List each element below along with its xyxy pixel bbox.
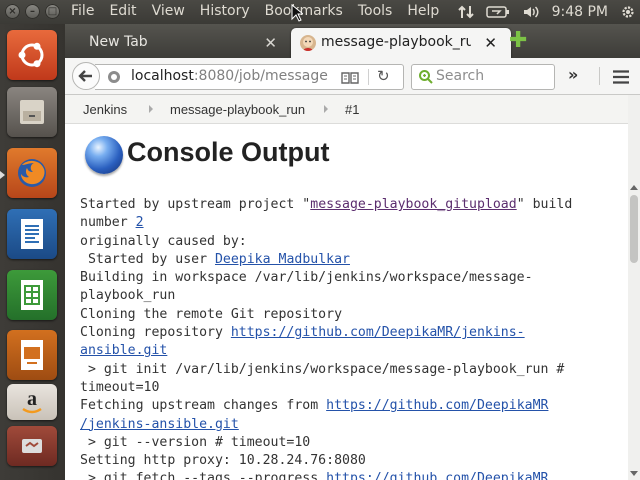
breadcrumb: Jenkins message-playbook_run #1 [65, 95, 628, 124]
url-bar[interactable]: localhost:8080/job/message ↻ [95, 64, 404, 90]
overflow-chevron-icon[interactable]: » [568, 65, 578, 84]
url-host: localhost [131, 68, 194, 84]
console-text: Cloning the remote Git repository [80, 306, 343, 322]
tab-new-tab[interactable]: New Tab ✕ [69, 28, 285, 58]
files-icon[interactable] [7, 87, 57, 137]
console-text: Started by upstream project " [80, 197, 311, 212]
page-title: Console Output [127, 137, 330, 167]
user-link[interactable]: Deepika Madbulkar [215, 252, 350, 267]
menu-view[interactable]: View [152, 3, 185, 19]
console-text: > git fetch --tags --progress [80, 471, 327, 480]
console-text: originally caused by: [80, 233, 247, 249]
menu-edit[interactable]: Edit [109, 3, 136, 19]
build-number-link[interactable]: 2 [136, 215, 144, 230]
menu-bookmarks[interactable]: Bookmarks [265, 3, 343, 19]
breadcrumb-jenkins[interactable]: Jenkins [83, 102, 127, 117]
firefox-window: New Tab ✕ message-playbook_run #1 ✕ ✚ lo… [65, 24, 640, 480]
impress-icon[interactable] [7, 330, 57, 380]
ubuntu-dash-icon[interactable] [7, 30, 57, 80]
clock[interactable]: 9:48 PM [552, 4, 608, 20]
new-tab-plus-icon[interactable]: ✚ [509, 30, 527, 52]
search-bar[interactable]: Search [411, 64, 555, 90]
launcher: a [0, 24, 65, 480]
console-text: Fetching upstream changes from [80, 398, 327, 414]
close-window-button[interactable]: × [5, 4, 20, 19]
console-text: Building in workspace /var/lib/jenkins/w… [80, 270, 533, 286]
fetch-repo-link[interactable]: /jenkins-ansible.git [80, 417, 239, 432]
reader-view-icon[interactable] [341, 70, 359, 89]
console-text: Cloning repository [80, 325, 231, 341]
amazon-icon[interactable]: a [7, 384, 57, 420]
maximize-window-button[interactable]: □ [45, 4, 60, 19]
menu-tools[interactable]: Tools [358, 3, 393, 19]
minimize-window-button[interactable]: – [25, 4, 40, 19]
tab-title: New Tab [89, 34, 148, 50]
writer-icon[interactable] [7, 209, 57, 259]
reload-icon[interactable]: ↻ [377, 67, 390, 85]
console-text: timeout=10 [80, 379, 160, 395]
scroll-down-arrow-icon[interactable] [630, 471, 638, 476]
search-engine-icon[interactable] [418, 69, 434, 89]
back-arrow-icon [78, 70, 92, 82]
console-text: number [80, 215, 136, 231]
mouse-pointer-icon [291, 4, 303, 22]
tab-title: message-playbook_run #1 [321, 34, 471, 50]
console-text: playbook_run [80, 288, 176, 304]
gear-icon[interactable] [620, 4, 636, 20]
breadcrumb-job[interactable]: message-playbook_run [170, 102, 305, 117]
url-text[interactable]: localhost:8080/job/message [131, 68, 328, 84]
scroll-up-arrow-icon[interactable] [630, 185, 638, 190]
menu-history[interactable]: History [200, 3, 250, 19]
menu-help[interactable]: Help [407, 3, 439, 19]
repo-link[interactable]: ansible.git [80, 343, 167, 358]
console-text: > git --version # timeout=10 [80, 434, 311, 450]
blue-ball-status-icon [85, 136, 123, 174]
fetch-repo-link[interactable]: https://github.com/DeepikaMR [326, 398, 548, 413]
upstream-project-link[interactable]: message-playbook_gitupload [310, 197, 516, 212]
url-path: :8080/job/message [193, 68, 328, 84]
close-tab-icon[interactable]: ✕ [484, 34, 497, 52]
menu-file[interactable]: File [71, 3, 94, 19]
navigation-toolbar: localhost:8080/job/message ↻ Search » [65, 58, 640, 95]
network-updown-icon[interactable] [457, 4, 474, 20]
tab-console-output[interactable]: message-playbook_run #1 ✕ [291, 28, 511, 58]
back-button[interactable] [72, 62, 100, 90]
site-info-icon[interactable] [107, 69, 121, 88]
jenkins-favicon-icon [300, 35, 316, 51]
indicator-area: 9:48 PM [446, 0, 640, 24]
volume-icon[interactable] [522, 4, 540, 20]
tab-strip: New Tab ✕ message-playbook_run #1 ✕ ✚ [65, 24, 640, 58]
window-controls: × – □ [5, 4, 60, 19]
search-placeholder: Search [436, 68, 485, 84]
close-tab-icon[interactable]: ✕ [264, 34, 277, 52]
breadcrumb-build[interactable]: #1 [345, 102, 359, 117]
console-output: Started by upstream project "message-pla… [80, 196, 580, 480]
breadcrumb-chevron-icon [324, 105, 328, 113]
console-text: Setting http proxy: 10.28.24.76:8080 [80, 453, 366, 469]
console-text: " build [516, 197, 573, 212]
page-scrollbar[interactable] [628, 95, 640, 480]
scrollbar-thumb[interactable] [630, 195, 638, 263]
fetch-repo-link[interactable]: https://github.com/DeepikaMR [326, 471, 548, 480]
url-separator [368, 69, 369, 85]
calc-icon[interactable] [7, 270, 57, 320]
system-settings-icon[interactable] [7, 426, 57, 466]
breadcrumb-chevron-icon [149, 105, 153, 113]
menubar: File Edit View History Bookmarks Tools H… [71, 3, 454, 19]
svg-text:a: a [27, 388, 37, 410]
console-text: Started by user [80, 251, 215, 267]
running-indicator [0, 171, 5, 179]
console-text: > git init /var/lib/jenkins/workspace/me… [80, 361, 565, 377]
top-panel: × – □ File Edit View History Bookmarks T… [0, 0, 640, 24]
battery-icon[interactable] [485, 5, 510, 19]
toolbar-separator [599, 67, 600, 85]
firefox-icon[interactable] [7, 148, 57, 198]
repo-link[interactable]: https://github.com/DeepikaMR/jenkins- [231, 325, 525, 340]
hamburger-menu-icon[interactable] [613, 69, 629, 88]
